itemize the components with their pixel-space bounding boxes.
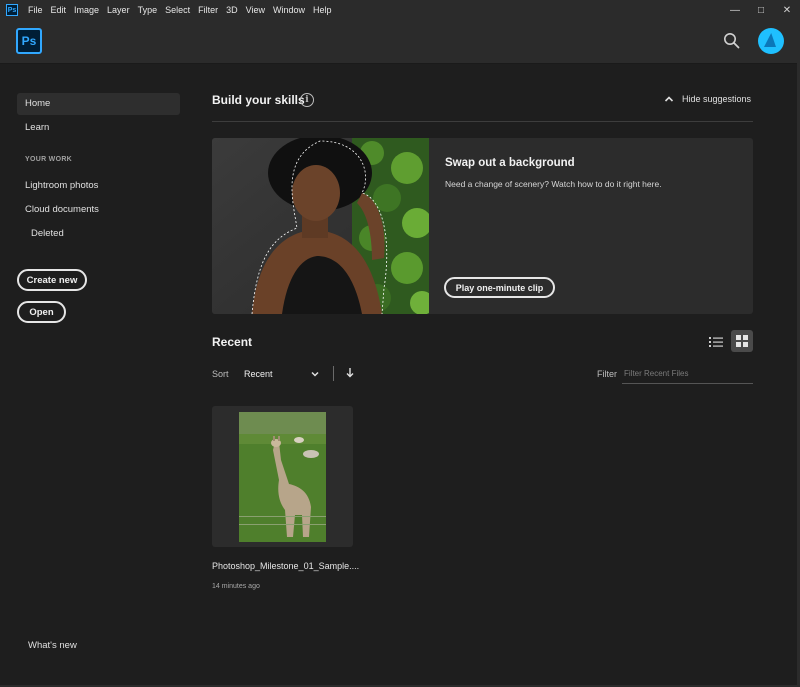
close-icon[interactable]: ✕	[774, 0, 800, 20]
minimize-icon[interactable]: —	[722, 0, 748, 20]
sidebar-item-learn[interactable]: Learn	[17, 117, 180, 139]
sort-value: Recent	[244, 369, 273, 379]
recent-title: Recent	[212, 335, 253, 349]
section-divider	[212, 121, 753, 122]
menu-image[interactable]: Image	[70, 0, 103, 20]
menu-layer[interactable]: Layer	[103, 0, 134, 20]
skills-title: Build your skills	[212, 93, 305, 107]
menu-type[interactable]: Type	[134, 0, 162, 20]
recent-file-card[interactable]	[212, 406, 353, 547]
sort-separator	[333, 366, 334, 381]
hide-suggestions-button[interactable]: Hide suggestions	[664, 94, 751, 104]
menu-edit[interactable]: Edit	[47, 0, 71, 20]
search-icon[interactable]	[722, 31, 742, 51]
menu-select[interactable]: Select	[161, 0, 194, 20]
sidebar-item-deleted[interactable]: Deleted	[23, 223, 180, 245]
info-icon[interactable]: i	[300, 93, 314, 107]
filter-label: Filter	[597, 369, 617, 379]
menu-view[interactable]: View	[242, 0, 269, 20]
menu-help[interactable]: Help	[309, 0, 336, 20]
window-controls: — □ ✕	[722, 0, 800, 20]
menu-file[interactable]: File	[24, 0, 47, 20]
menu-3d[interactable]: 3D	[222, 0, 242, 20]
maximize-icon[interactable]: □	[748, 0, 774, 20]
photoshop-app-icon: Ps	[6, 4, 18, 16]
grid-view-icon[interactable]	[731, 330, 753, 352]
file-thumbnail	[239, 412, 326, 542]
play-clip-button[interactable]: Play one-minute clip	[444, 277, 555, 298]
create-new-button[interactable]: Create new	[17, 269, 87, 291]
sidebar: Home Learn YOUR WORK Lightroom photos Cl…	[0, 65, 192, 685]
file-timestamp: 14 minutes ago	[212, 583, 260, 590]
chevron-up-icon	[664, 96, 674, 102]
file-name[interactable]: Photoshop_Milestone_01_Sample....	[212, 561, 359, 571]
section-label-your-work: YOUR WORK	[25, 156, 73, 163]
list-view-icon[interactable]	[706, 332, 726, 352]
menu-bar: Ps File Edit Image Layer Type Select Fil…	[0, 0, 800, 20]
whats-new-link[interactable]: What's new	[28, 640, 77, 651]
avatar[interactable]	[758, 28, 784, 54]
sidebar-item-lightroom[interactable]: Lightroom photos	[17, 175, 180, 197]
sort-direction-icon[interactable]	[345, 366, 355, 383]
app-header: Ps	[0, 20, 800, 64]
sidebar-item-home[interactable]: Home	[17, 93, 180, 115]
suggestion-card: Swap out a background Need a change of s…	[212, 138, 753, 314]
photoshop-logo[interactable]: Ps	[16, 28, 42, 54]
chevron-down-icon	[311, 371, 319, 377]
open-button[interactable]: Open	[17, 301, 66, 323]
sort-dropdown[interactable]: Recent	[244, 369, 320, 379]
sort-label: Sort	[212, 369, 229, 379]
menu-window[interactable]: Window	[269, 0, 309, 20]
suggestion-description: Need a change of scenery? Watch how to d…	[445, 179, 662, 189]
hide-suggestions-label: Hide suggestions	[682, 94, 752, 104]
suggestion-title: Swap out a background	[445, 157, 575, 169]
suggestion-thumbnail	[212, 138, 429, 314]
filter-input[interactable]	[622, 364, 753, 384]
sidebar-item-cloud-documents[interactable]: Cloud documents	[17, 199, 180, 221]
menu-filter[interactable]: Filter	[194, 0, 222, 20]
